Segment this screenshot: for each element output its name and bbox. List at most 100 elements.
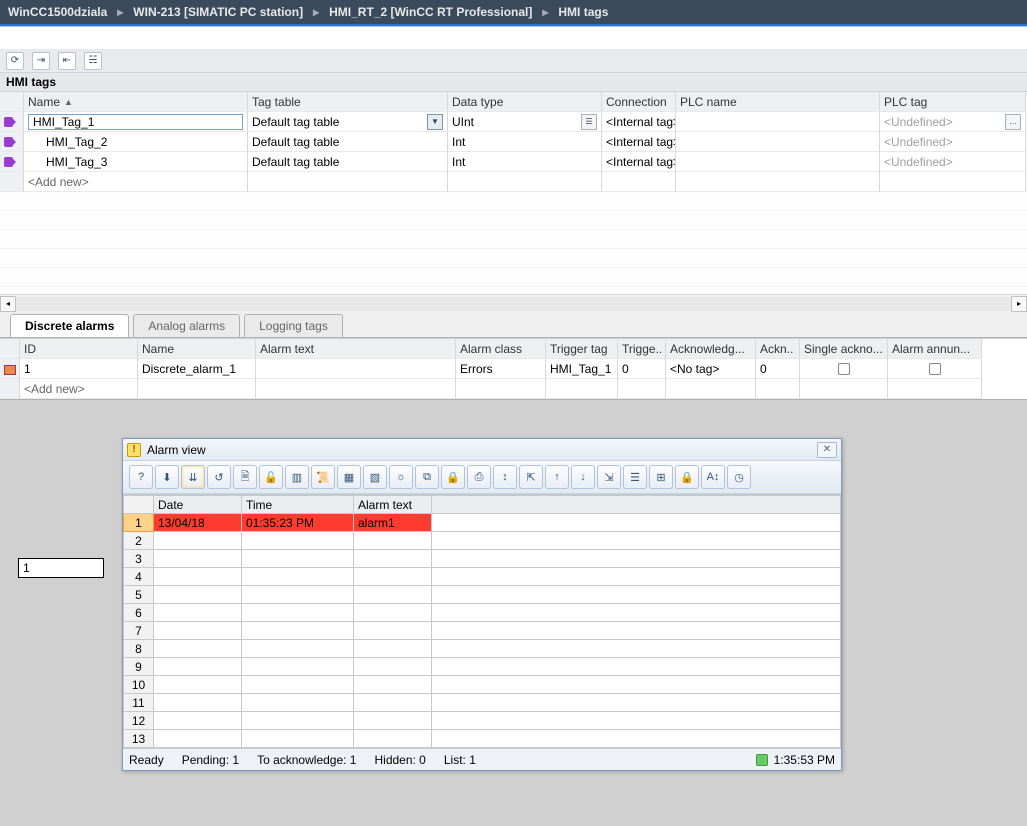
runtime-value-box[interactable]: 1 <box>18 558 104 578</box>
col-alarm-name[interactable]: Name <box>138 339 256 359</box>
ack-tag-cell[interactable]: <No tag> <box>666 359 756 379</box>
sort-icon[interactable]: A↕ <box>701 465 725 489</box>
row-number[interactable]: 12 <box>124 712 154 730</box>
row-number[interactable]: 9 <box>124 658 154 676</box>
last-icon[interactable]: ⇲ <box>597 465 621 489</box>
tag-name-cell[interactable]: HMI_Tag_3 <box>24 152 248 172</box>
up-icon[interactable]: ↑ <box>545 465 569 489</box>
connection-cell[interactable]: <Internal tag> <box>602 152 676 172</box>
plcname-cell[interactable] <box>676 132 880 152</box>
add-new-alarm[interactable]: <Add new> <box>20 379 138 399</box>
copy-icon[interactable]: ⧉ <box>415 465 439 489</box>
scroll-right-icon[interactable]: ▸ <box>1011 296 1027 312</box>
alarm-name-cell[interactable]: Discrete_alarm_1 <box>138 359 256 379</box>
row-number[interactable]: 2 <box>124 532 154 550</box>
lamp-icon[interactable]: ☼ <box>389 465 413 489</box>
breadcrumb-item[interactable]: WIN-213 [SIMATIC PC station] <box>133 5 303 19</box>
list-icon[interactable]: ☰ <box>623 465 647 489</box>
scroll-left-icon[interactable]: ◂ <box>0 296 16 312</box>
clock-icon[interactable]: ◷ <box>727 465 751 489</box>
col-alarm-annun[interactable]: Alarm annun... <box>888 339 982 359</box>
tag-name-input[interactable] <box>28 114 243 130</box>
import-icon[interactable]: ⇤ <box>58 52 76 70</box>
tag-name-cell[interactable]: HMI_Tag_2 <box>24 132 248 152</box>
filter-2-icon[interactable]: ▧ <box>363 465 387 489</box>
plctag-cell[interactable]: <Undefined> <box>880 152 1026 172</box>
alarm-time-cell[interactable]: 01:35:23 PM <box>242 514 354 532</box>
datatype-cell[interactable]: Int <box>448 132 602 152</box>
col-plcname[interactable]: PLC name <box>676 92 880 112</box>
col-plctag[interactable]: PLC tag <box>880 92 1026 112</box>
col-alarm-text[interactable]: Alarm text <box>256 339 456 359</box>
lock-icon[interactable]: 🔒 <box>441 465 465 489</box>
row-number[interactable]: 1 <box>124 514 154 532</box>
breadcrumb-item[interactable]: HMI_RT_2 [WinCC RT Professional] <box>329 5 532 19</box>
alarm-annun-cell[interactable] <box>888 359 982 379</box>
col-datatype[interactable]: Data type <box>448 92 602 112</box>
print-alarm-icon[interactable]: 🗎 <box>233 465 257 489</box>
settings-icon[interactable]: ☵ <box>84 52 102 70</box>
ack-bit-cell[interactable]: 0 <box>756 359 800 379</box>
tag-name-cell[interactable] <box>24 112 248 132</box>
alarm-id-cell[interactable]: 1 <box>20 359 138 379</box>
tag-table-cell[interactable]: Default tag table <box>248 152 448 172</box>
col-ack-tag[interactable]: Acknowledg... <box>666 339 756 359</box>
checkbox[interactable] <box>929 363 941 375</box>
refresh-icon[interactable]: ⟳ <box>6 52 24 70</box>
trigger-bit-cell[interactable]: 0 <box>618 359 666 379</box>
row-number[interactable]: 13 <box>124 730 154 748</box>
dropdown-icon[interactable]: ▼ <box>427 114 443 130</box>
breadcrumb-item[interactable]: WinCC1500dziala <box>8 5 107 19</box>
col-id[interactable]: ID <box>20 339 138 359</box>
down-icon[interactable]: ↓ <box>571 465 595 489</box>
alarm-date-cell[interactable]: 13/04/18 <box>154 514 242 532</box>
single-ack-icon[interactable]: ⬇ <box>155 465 179 489</box>
trigger-tag-cell[interactable]: HMI_Tag_1 <box>546 359 618 379</box>
plcname-cell[interactable] <box>676 152 880 172</box>
checkbox[interactable] <box>838 363 850 375</box>
row-number[interactable]: 10 <box>124 676 154 694</box>
export-icon[interactable]: ⇥ <box>32 52 50 70</box>
datatype-cell[interactable]: UInt ☰ <box>448 112 602 132</box>
tab-analog-alarms[interactable]: Analog alarms <box>133 314 240 337</box>
single-ack-cell[interactable] <box>800 359 888 379</box>
alarm-view-grid[interactable]: Date Time Alarm text 1 13/04/18 01:35:23… <box>123 494 841 748</box>
connection-cell[interactable]: <Internal tag> … <box>602 112 676 132</box>
connection-cell[interactable]: <Internal tag> <box>602 132 676 152</box>
row-number[interactable]: 4 <box>124 568 154 586</box>
stats-icon[interactable]: ▥ <box>285 465 309 489</box>
plcname-cell[interactable] <box>676 112 880 132</box>
list-picker-icon[interactable]: ☰ <box>581 114 597 130</box>
col-trigger-tag[interactable]: Trigger tag <box>546 339 618 359</box>
vscroll-icon[interactable]: ↕ <box>493 465 517 489</box>
col-tagtable[interactable]: Tag table <box>248 92 448 112</box>
tree-icon[interactable]: ⊞ <box>649 465 673 489</box>
col-alarm-class[interactable]: Alarm class <box>456 339 546 359</box>
row-number[interactable]: 8 <box>124 640 154 658</box>
tab-discrete-alarms[interactable]: Discrete alarms <box>10 314 129 337</box>
add-new-tag[interactable]: <Add new> <box>24 172 248 192</box>
tag-table-cell[interactable]: Default tag table ▼ <box>248 112 448 132</box>
alarm-view-titlebar[interactable]: ! Alarm view ✕ <box>123 439 841 461</box>
alarm-class-cell[interactable]: Errors <box>456 359 546 379</box>
horizontal-scrollbar[interactable]: ◂ ▸ <box>0 294 1027 312</box>
col-single-ack[interactable]: Single ackno... <box>800 339 888 359</box>
plctag-cell[interactable]: <Undefined> … <box>880 112 1026 132</box>
col-date[interactable]: Date <box>154 496 242 514</box>
col-alarmtext[interactable]: Alarm text <box>354 496 432 514</box>
alarm-text-cell[interactable]: alarm1 <box>354 514 432 532</box>
plctag-cell[interactable]: <Undefined> <box>880 132 1026 152</box>
breadcrumb[interactable]: WinCC1500dziala ▸ WIN-213 [SIMATIC PC st… <box>0 0 1027 24</box>
col-time[interactable]: Time <box>242 496 354 514</box>
loop-in-icon[interactable]: ↺ <box>207 465 231 489</box>
filter-1-icon[interactable]: ▦ <box>337 465 361 489</box>
help-icon[interactable]: ? <box>129 465 153 489</box>
datatype-cell[interactable]: Int <box>448 152 602 172</box>
row-number[interactable]: 11 <box>124 694 154 712</box>
col-connection[interactable]: Connection <box>602 92 676 112</box>
col-ack-bit[interactable]: Ackn.. <box>756 339 800 359</box>
col-name[interactable]: Name▲ <box>24 92 248 112</box>
print-icon[interactable]: ⎙ <box>467 465 491 489</box>
row-number[interactable]: 3 <box>124 550 154 568</box>
row-number[interactable]: 7 <box>124 622 154 640</box>
